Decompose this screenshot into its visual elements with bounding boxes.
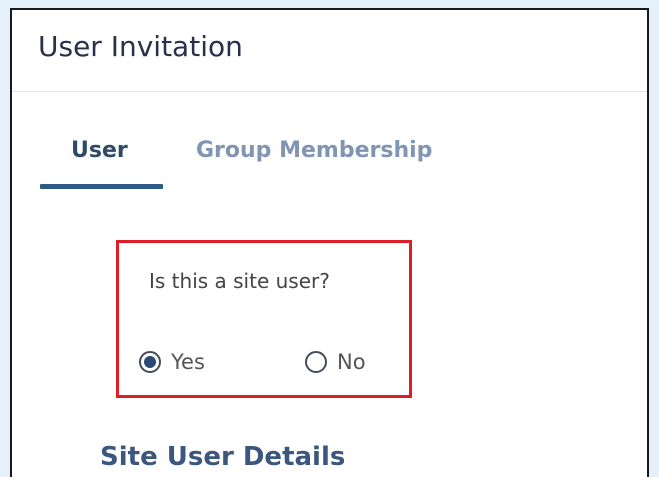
radio-no-label: No [337, 350, 366, 374]
radio-no[interactable]: No [305, 347, 366, 377]
radio-checked-icon[interactable] [139, 351, 161, 373]
panel-header: User Invitation [12, 10, 647, 92]
user-invitation-panel: User Invitation User Group Membership Is… [10, 8, 649, 477]
site-user-question: Is this a site user? Yes No [116, 240, 412, 398]
tab-user[interactable]: User [71, 138, 128, 163]
question-label: Is this a site user? [149, 269, 330, 293]
tab-group-membership[interactable]: Group Membership [196, 138, 432, 163]
radio-yes[interactable]: Yes [139, 347, 205, 377]
radio-yes-label: Yes [171, 350, 205, 374]
page-title: User Invitation [38, 30, 243, 63]
active-tab-indicator [40, 184, 163, 189]
radio-unchecked-icon[interactable] [305, 351, 327, 373]
section-title: Site User Details [100, 442, 346, 472]
